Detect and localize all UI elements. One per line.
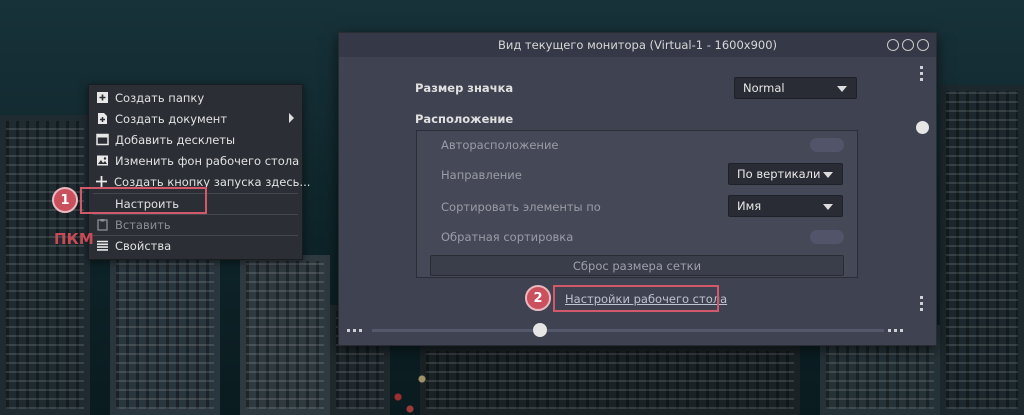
desklets-icon <box>95 133 109 147</box>
step-badge-1: 1 <box>52 187 78 213</box>
minimize-button[interactable] <box>887 39 899 51</box>
menu-item-create-folder[interactable]: Создать папку <box>89 87 302 108</box>
icon-size-label: Размер значка <box>415 81 514 95</box>
image-icon <box>95 154 109 168</box>
menu-item-label: Добавить десклеты <box>115 132 236 147</box>
menu-item-paste: Вставить <box>89 214 302 235</box>
highlight-customize <box>80 187 207 214</box>
auto-arrange-label: Авторасположение <box>441 138 559 152</box>
close-button[interactable] <box>917 39 929 51</box>
document-plus-icon <box>95 112 109 126</box>
chevron-down-icon <box>823 204 833 210</box>
clipboard-icon <box>95 218 109 232</box>
chevron-down-icon <box>823 172 833 178</box>
hscroll-grip-left[interactable] <box>347 329 362 332</box>
vertical-scroll-thumb[interactable] <box>916 121 929 134</box>
horizontal-scroll-track[interactable] <box>372 329 884 332</box>
sort-select[interactable]: Имя <box>728 195 843 217</box>
menu-item-label: Свойства <box>115 238 172 253</box>
menu-item-label: Создать документ <box>115 111 228 126</box>
horizontal-scroll-thumb[interactable] <box>533 323 547 337</box>
hscroll-grip-right[interactable] <box>888 329 903 332</box>
folder-plus-icon <box>95 91 109 105</box>
menu-item-label: Создать папку <box>115 90 205 105</box>
menu-item-label: Вставить <box>115 217 171 232</box>
reverse-sort-toggle[interactable] <box>810 230 844 244</box>
wallpaper-building <box>0 115 90 415</box>
menu-item-change-wallpaper[interactable]: Изменить фон рабочего стола <box>89 150 302 171</box>
wallpaper-lights <box>380 355 440 415</box>
dialog-titlebar[interactable]: Вид текущего монитора (Virtual-1 - 1600x… <box>339 33 936 57</box>
icon-size-select[interactable]: Normal <box>734 77 857 99</box>
chevron-down-icon <box>837 86 847 92</box>
list-icon <box>95 239 109 253</box>
auto-arrange-toggle[interactable] <box>810 138 844 152</box>
menu-item-create-document[interactable]: Создать документ <box>89 108 302 129</box>
step-badge-2: 2 <box>525 285 551 311</box>
wallpaper-building <box>240 255 330 415</box>
menu-item-add-desklets[interactable]: Добавить десклеты <box>89 129 302 150</box>
dialog-title: Вид текущего монитора (Virtual-1 - 1600x… <box>497 38 778 52</box>
right-click-label: ПКМ <box>54 230 94 248</box>
menu-item-properties[interactable]: Свойства <box>89 235 302 256</box>
sort-label: Сортировать элементы по <box>441 200 601 214</box>
wallpaper-building <box>420 345 800 415</box>
reverse-sort-label: Обратная сортировка <box>441 230 574 244</box>
direction-select[interactable]: По вертикали <box>728 163 843 185</box>
arrangement-label: Расположение <box>415 112 514 126</box>
icon-size-value: Normal <box>743 81 785 95</box>
vscroll-grip-bottom[interactable] <box>920 296 923 311</box>
wallpaper-building <box>940 85 1024 415</box>
vscroll-grip-top[interactable] <box>920 66 923 81</box>
direction-value: По вертикали <box>737 167 821 181</box>
direction-label: Направление <box>441 168 522 182</box>
reset-grid-label: Сброс размера сетки <box>572 258 702 273</box>
reset-grid-button[interactable]: Сброс размера сетки <box>430 255 844 276</box>
submenu-arrow-icon <box>289 113 294 123</box>
sort-value: Имя <box>737 199 762 213</box>
menu-item-label: Изменить фон рабочего стола <box>115 153 300 168</box>
desktop-context-menu: Создать папку Создать документ Добавить … <box>88 84 310 260</box>
maximize-button[interactable] <box>902 39 914 51</box>
highlight-desktop-settings <box>553 285 719 312</box>
